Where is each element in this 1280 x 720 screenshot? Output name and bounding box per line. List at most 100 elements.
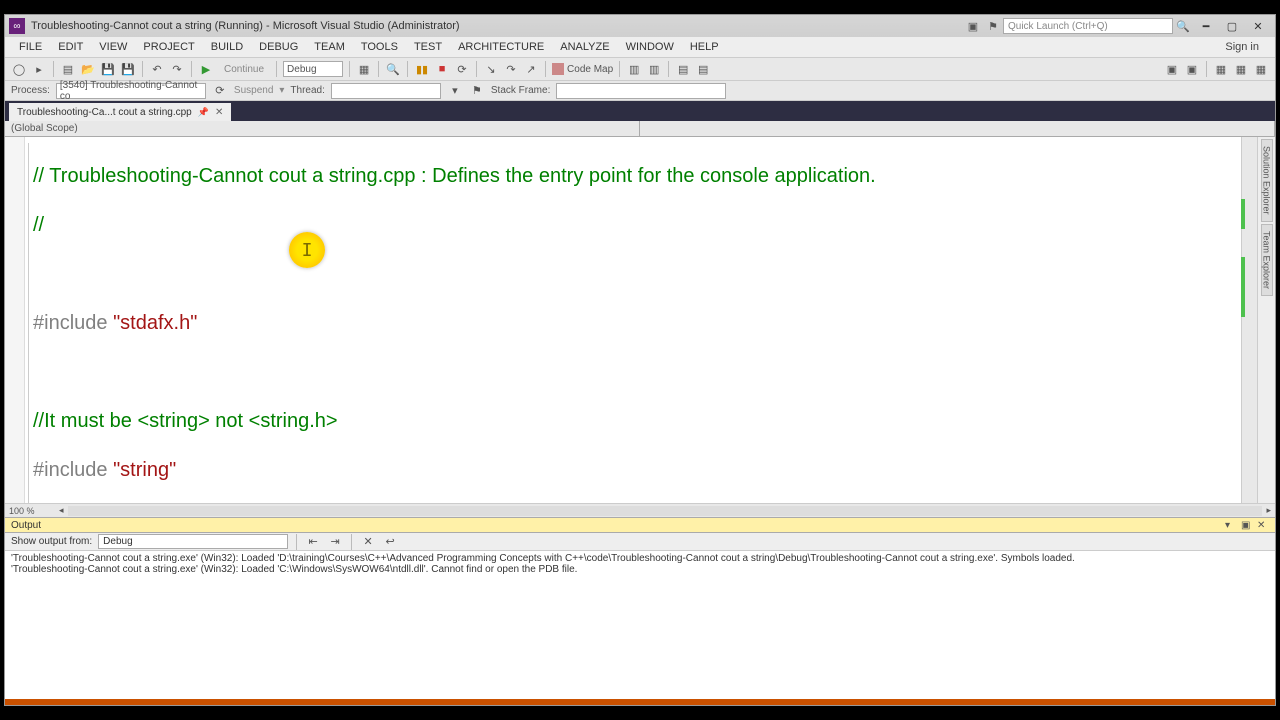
menu-project[interactable]: PROJECT [135, 39, 202, 55]
config-dropdown[interactable]: Debug [283, 61, 343, 77]
process-dropdown[interactable]: [3540] Troubleshooting-Cannot co [56, 83, 206, 99]
tab-label: Troubleshooting-Ca...t cout a string.cpp [17, 107, 192, 118]
find-icon[interactable]: 🔍 [385, 61, 401, 77]
document-tab[interactable]: Troubleshooting-Ca...t cout a string.cpp… [9, 103, 231, 121]
tb-r1-icon[interactable]: ▣ [1164, 61, 1180, 77]
menu-view[interactable]: VIEW [91, 39, 135, 55]
tb-misc4-icon[interactable]: ▤ [695, 61, 711, 77]
menu-tools[interactable]: TOOLS [353, 39, 406, 55]
output-toolbar: Show output from: Debug ⇤ ⇥ ✕ ↩ [5, 533, 1275, 551]
step-over-icon[interactable]: ↷ [503, 61, 519, 77]
debug-toolbar: Process: [3540] Troubleshooting-Cannot c… [5, 81, 1275, 101]
feedback-icon[interactable]: ⚑ [986, 19, 1000, 33]
save-icon[interactable]: 💾 [100, 61, 116, 77]
open-icon[interactable]: 📂 [80, 61, 96, 77]
tb-misc2-icon[interactable]: ▥ [646, 61, 662, 77]
tab-close-icon[interactable]: ✕ [215, 107, 223, 118]
output-pin-icon[interactable]: ▣ [1241, 520, 1253, 531]
menu-build[interactable]: BUILD [203, 39, 251, 55]
process-label: Process: [11, 85, 50, 96]
menu-debug[interactable]: DEBUG [251, 39, 306, 55]
scroll-left-icon[interactable]: ◂ [59, 505, 64, 516]
menu-test[interactable]: TEST [406, 39, 450, 55]
pause-icon[interactable]: ▮▮ [414, 61, 430, 77]
search-icon[interactable]: 🔍 [1176, 19, 1190, 33]
step-into-icon[interactable]: ↘ [483, 61, 499, 77]
output-line: 'Troubleshooting-Cannot cout a string.ex… [11, 564, 577, 575]
restart-icon[interactable]: ⟳ [454, 61, 470, 77]
codemap-button[interactable]: Code Map [552, 63, 613, 75]
menubar: FILE EDIT VIEW PROJECT BUILD DEBUG TEAM … [5, 37, 1275, 57]
code-content[interactable]: // Troubleshooting-Cannot cout a string.… [33, 137, 1241, 503]
output-line: 'Troubleshooting-Cannot cout a string.ex… [11, 553, 1075, 564]
right-side-tabs: Solution Explorer Team Explorer [1257, 137, 1275, 503]
stackframe-dropdown[interactable] [556, 83, 726, 99]
sign-in-link[interactable]: Sign in [1217, 39, 1269, 55]
tb-misc1-icon[interactable]: ▥ [626, 61, 642, 77]
step-out-icon[interactable]: ↗ [523, 61, 539, 77]
output-dropdown-icon[interactable]: ▾ [1225, 520, 1237, 531]
menu-window[interactable]: WINDOW [618, 39, 682, 55]
suspend-button[interactable]: Suspend [234, 85, 273, 96]
code-editor[interactable]: // Troubleshooting-Cannot cout a string.… [5, 137, 1257, 503]
close-button[interactable]: ✕ [1245, 17, 1271, 35]
quick-launch-input[interactable]: Quick Launch (Ctrl+Q) [1003, 18, 1173, 34]
tool-icon[interactable]: ▦ [356, 61, 372, 77]
window-title: Troubleshooting-Cannot cout a string (Ru… [31, 20, 460, 32]
menu-file[interactable]: FILE [11, 39, 50, 55]
pin-icon[interactable]: 📌 [198, 107, 209, 118]
menu-team[interactable]: TEAM [306, 39, 353, 55]
output-next-icon[interactable]: ⇥ [327, 534, 343, 550]
new-icon[interactable]: ▤ [60, 61, 76, 77]
notifications-icon[interactable]: ▣ [966, 19, 980, 33]
thread-prev-icon[interactable]: ▾ [447, 83, 463, 99]
output-clear-icon[interactable]: ✕ [360, 534, 376, 550]
tb-r5-icon[interactable]: ▦ [1253, 61, 1269, 77]
code-line: // [33, 214, 44, 236]
scope-bar: (Global Scope) [5, 121, 1275, 137]
horizontal-scrollbar[interactable] [68, 506, 1263, 516]
menu-analyze[interactable]: ANALYZE [552, 39, 617, 55]
output-wrap-icon[interactable]: ↩ [382, 534, 398, 550]
undo-icon[interactable]: ↶ [149, 61, 165, 77]
team-explorer-tab[interactable]: Team Explorer [1261, 224, 1273, 296]
forward-icon[interactable]: ▸ [31, 61, 47, 77]
stackframe-label: Stack Frame: [491, 85, 550, 96]
continue-button[interactable]: Continue [218, 63, 270, 76]
output-close-icon[interactable]: ✕ [1257, 520, 1269, 531]
tb-r2-icon[interactable]: ▣ [1184, 61, 1200, 77]
menu-help[interactable]: HELP [682, 39, 727, 55]
output-prev-icon[interactable]: ⇤ [305, 534, 321, 550]
standard-toolbar: ◯ ▸ ▤ 📂 💾 💾 ↶ ↷ ▶ Continue Debug ▦ 🔍 ▮▮ … [5, 57, 1275, 81]
thread-dropdown[interactable] [331, 83, 441, 99]
minimize-button[interactable]: ━ [1193, 17, 1219, 35]
tb-r3-icon[interactable]: ▦ [1213, 61, 1229, 77]
back-icon[interactable]: ◯ [11, 61, 27, 77]
solution-explorer-tab[interactable]: Solution Explorer [1261, 139, 1273, 222]
thread-flag-icon[interactable]: ⚑ [469, 83, 485, 99]
scope-right-dropdown[interactable] [640, 121, 1275, 136]
output-title-label: Output [11, 520, 41, 531]
code-line: #include [33, 312, 113, 334]
tb-r4-icon[interactable]: ▦ [1233, 61, 1249, 77]
maximize-button[interactable]: ▢ [1219, 17, 1245, 35]
zoom-dropdown[interactable]: 100 % [9, 506, 59, 516]
outline-gutter[interactable] [25, 137, 33, 503]
redo-icon[interactable]: ↷ [169, 61, 185, 77]
document-tabstrip: Troubleshooting-Ca...t cout a string.cpp… [5, 101, 1275, 121]
cycle-icon[interactable]: ⟳ [212, 83, 228, 99]
breakpoint-gutter[interactable] [5, 137, 25, 503]
code-line: "string" [113, 459, 176, 481]
stop-icon[interactable]: ■ [434, 61, 450, 77]
continue-play-icon[interactable]: ▶ [198, 61, 214, 77]
output-panel-header[interactable]: Output ▾ ▣ ✕ [5, 517, 1275, 533]
menu-architecture[interactable]: ARCHITECTURE [450, 39, 552, 55]
tb-misc3-icon[interactable]: ▤ [675, 61, 691, 77]
vs-window: Troubleshooting-Cannot cout a string (Ru… [4, 14, 1276, 706]
show-output-from-dropdown[interactable]: Debug [98, 534, 288, 549]
menu-edit[interactable]: EDIT [50, 39, 91, 55]
save-all-icon[interactable]: 💾 [120, 61, 136, 77]
scope-left-dropdown[interactable]: (Global Scope) [5, 121, 640, 136]
scroll-right-icon[interactable]: ▸ [1266, 505, 1271, 516]
output-text[interactable]: 'Troubleshooting-Cannot cout a string.ex… [5, 551, 1275, 699]
